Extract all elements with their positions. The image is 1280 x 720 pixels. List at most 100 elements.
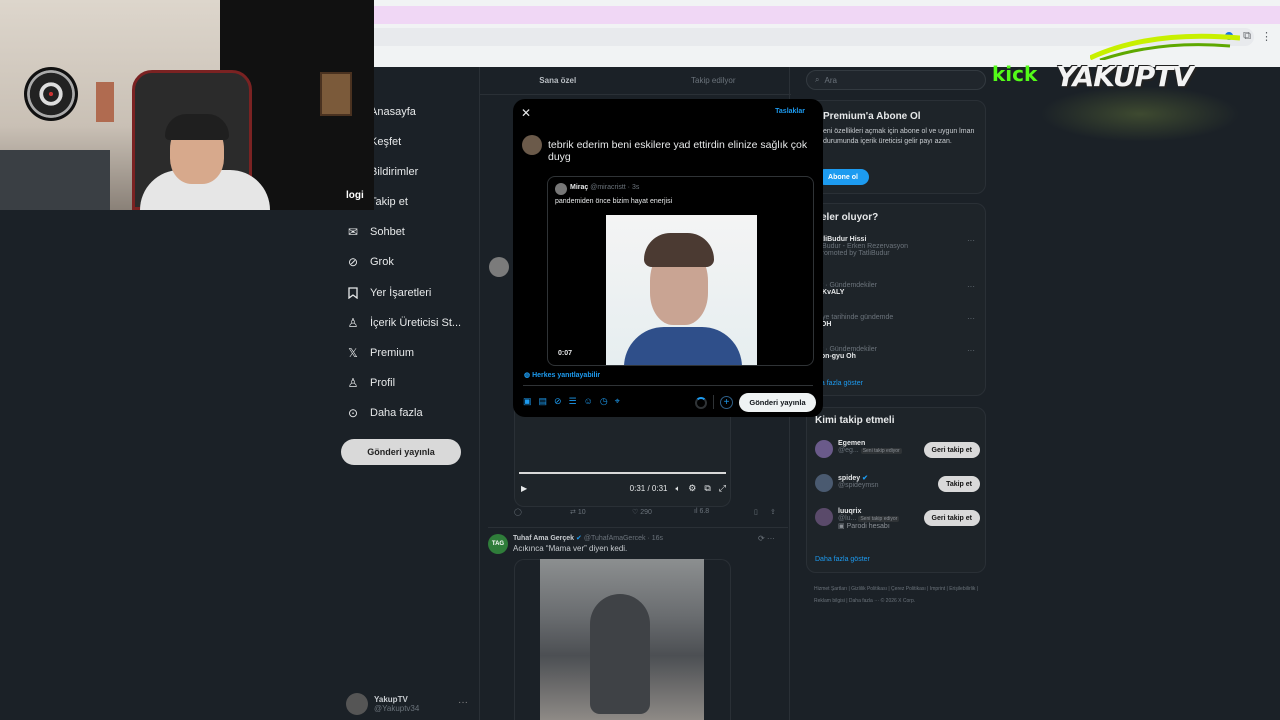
tweet-more-icon[interactable]: ⟳ ··· bbox=[758, 534, 775, 543]
sidebar-item-bookmarks[interactable]: Yer İşaretleri bbox=[346, 284, 431, 302]
user-name: spidey bbox=[838, 475, 861, 482]
views-action[interactable]: ıl 6.8 bbox=[694, 508, 754, 516]
trend-item[interactable]: atliBudur Hissi tliBudur - Erken Rezerva… bbox=[817, 236, 908, 257]
sidebar-item-creator-studio[interactable]: ♙ İçerik Üreticisi St... bbox=[346, 314, 461, 332]
who-to-follow-title: Kimi takip etmeli bbox=[815, 415, 895, 426]
sidebar-item-chat[interactable]: ✉ Sohbet bbox=[346, 223, 405, 241]
retweet-action[interactable]: ⇄ 10 bbox=[570, 508, 632, 516]
extensions-icon[interactable]: ⧉ bbox=[1243, 30, 1251, 43]
media-icon[interactable]: ▣ bbox=[523, 396, 532, 407]
sidebar-item-label: Grok bbox=[370, 256, 394, 268]
settings-icon[interactable]: ⚙ bbox=[688, 483, 696, 494]
account-switcher[interactable]: YakupTV @Yakuptv34 bbox=[346, 693, 419, 715]
share-icon[interactable]: ⇪ bbox=[770, 508, 776, 516]
poll-icon[interactable]: ☰ bbox=[569, 396, 577, 407]
more-dots-icon[interactable]: ··· bbox=[458, 697, 468, 708]
sidebar-item-grok[interactable]: ⊘ Grok bbox=[346, 253, 394, 271]
footer-links[interactable]: Hizmet Şartları | Gizlilik Politikası | … bbox=[814, 583, 984, 607]
user-handle: @lu... bbox=[838, 515, 857, 522]
sidebar-item-premium[interactable]: 𝕏 Premium bbox=[346, 344, 414, 362]
sidebar-item-label: Daha fazla bbox=[370, 407, 423, 419]
grok-icon[interactable]: ⊘ bbox=[554, 396, 562, 407]
trend-context: kiye tarihinde gündemde bbox=[817, 314, 894, 321]
bookmark-icon[interactable]: ▯ bbox=[754, 508, 770, 516]
quoted-tweet[interactable]: Miraç @miracristt · 3s pandemiden önce b… bbox=[547, 176, 814, 366]
follow-suggestion[interactable]: Egemen @eg... Seni takip ediyor Geri tak… bbox=[815, 440, 980, 458]
wall-frame-image bbox=[320, 72, 352, 116]
follow-back-button[interactable]: Geri takip et bbox=[923, 442, 980, 458]
sidebar-item-label: İçerik Üreticisi St... bbox=[370, 317, 462, 329]
more-dots-icon[interactable]: ··· bbox=[967, 346, 975, 355]
video-person-shirt bbox=[624, 327, 742, 365]
trend-item[interactable]: or · Gündemdekiler UKvALY bbox=[817, 282, 877, 296]
add-post-icon[interactable]: + bbox=[720, 396, 733, 409]
compose-modal: ✕ Taslaklar tebrik ederim beni eskilere … bbox=[513, 99, 823, 417]
schedule-icon[interactable]: ◷ bbox=[600, 396, 608, 407]
compose-toolbar: ▣ ▤ ⊘ ☰ ☺ ◷ ⌖ bbox=[523, 396, 620, 407]
reply-icon[interactable]: ◯ bbox=[514, 508, 570, 516]
bookmark-icon bbox=[346, 286, 360, 300]
follow-button[interactable]: Takip et bbox=[938, 476, 980, 492]
play-icon[interactable]: ▶ bbox=[521, 484, 527, 493]
more-dots-icon[interactable]: ··· bbox=[967, 314, 975, 323]
tweet-header: Tuhaf Ama Gerçek ✔ @TuhafAmaGercek · 16s bbox=[513, 534, 663, 542]
sidebar-item-label: Keşfet bbox=[370, 136, 402, 148]
video-player[interactable]: ▶ 0:31 / 0:31 🔈︎ ⚙ ⧉ ⤢ bbox=[514, 407, 731, 507]
quoted-handle: @miracristt · 3s bbox=[590, 184, 640, 191]
more-dots-icon[interactable]: ··· bbox=[967, 236, 975, 245]
reply-setting-button[interactable]: ◍ Herkes yanıtlayabilir bbox=[524, 371, 600, 379]
emoji-icon[interactable]: ☺ bbox=[584, 396, 593, 407]
search-input[interactable]: ⌕ Ara bbox=[806, 70, 986, 90]
dartboard-image bbox=[24, 67, 78, 121]
close-icon[interactable]: ✕ bbox=[521, 106, 531, 120]
premium-title: Premium'a Abone Ol bbox=[823, 111, 921, 122]
volume-icon[interactable]: 🔈︎ bbox=[675, 484, 680, 494]
tab-following[interactable]: Takip edilyor bbox=[636, 67, 792, 94]
drafts-link[interactable]: Taslaklar bbox=[775, 108, 805, 115]
subscribe-button[interactable]: Abone ol bbox=[817, 169, 869, 185]
sidebar-item-more[interactable]: ⊙ Daha fazla bbox=[346, 404, 423, 422]
tab-for-you[interactable]: Sana özel bbox=[480, 67, 636, 94]
quoted-video[interactable] bbox=[606, 215, 757, 365]
video-person-hair bbox=[644, 233, 714, 267]
like-action[interactable]: ♡ 290 bbox=[632, 508, 694, 516]
user-name: luuqrix bbox=[838, 508, 862, 515]
like-count: 290 bbox=[640, 509, 652, 516]
post-button[interactable]: Gönderi yayınla bbox=[341, 439, 461, 465]
trend-item[interactable]: kiye tarihinde gündemde i OH bbox=[817, 314, 893, 328]
follow-suggestion[interactable]: spidey ✔ @spideymsn Takip et bbox=[815, 474, 980, 492]
follow-suggestion[interactable]: luuqrix @lu... Seni takip ediyor ▣ Parod… bbox=[815, 508, 980, 530]
compose-textarea[interactable]: tebrik ederim beni eskilere yad ettirdin… bbox=[548, 139, 816, 163]
avatar[interactable] bbox=[489, 257, 509, 277]
trends-show-more-link[interactable]: ha fazla göster bbox=[817, 380, 863, 387]
yakuptv-logo: YAKUPTV bbox=[1050, 56, 1235, 102]
tweet-media-image[interactable] bbox=[540, 559, 704, 720]
sidebar-item-label: Yer İşaretleri bbox=[370, 287, 432, 299]
verified-icon: ✔ bbox=[576, 535, 584, 542]
trend-title: UKvALY bbox=[817, 289, 845, 296]
pip-icon[interactable]: ⧉ bbox=[704, 483, 710, 494]
post-submit-button[interactable]: Gönderi yayınla bbox=[739, 393, 816, 412]
trend-item[interactable]: or · Gündemdekiler eon-gyu Oh bbox=[817, 346, 877, 360]
tweet-author[interactable]: Tuhaf Ama Gerçek bbox=[513, 535, 574, 542]
trend-context: or · Gündemdekiler bbox=[817, 346, 877, 353]
sidebar-item-profile[interactable]: ♙ Profil bbox=[346, 374, 395, 392]
follow-show-more-link[interactable]: Daha fazla göster bbox=[815, 556, 870, 563]
browser-tab-bar[interactable] bbox=[374, 6, 1280, 24]
avatar[interactable]: TAG bbox=[488, 534, 508, 554]
quoted-text: pandemiden önce bizim hayat enerjisi bbox=[555, 198, 673, 205]
fullscreen-icon[interactable]: ⤢ bbox=[719, 483, 726, 494]
more-dots-icon[interactable]: ··· bbox=[967, 282, 975, 291]
monitor-image bbox=[0, 150, 110, 210]
location-icon[interactable]: ⌖ bbox=[615, 396, 620, 407]
video-progress-bar[interactable] bbox=[519, 472, 726, 474]
avatar bbox=[522, 135, 542, 155]
parody-icon: ▣ bbox=[838, 523, 847, 530]
browser-menu-icon[interactable]: ⋮ bbox=[1261, 30, 1272, 43]
account-handle: @Yakuptv34 bbox=[374, 704, 420, 713]
follow-back-button[interactable]: Geri takip et bbox=[923, 510, 980, 526]
char-count-ring-icon bbox=[695, 397, 707, 409]
gif-icon[interactable]: ▤ bbox=[539, 396, 548, 407]
tweet[interactable]: TAG Tuhaf Ama Gerçek ✔ @TuhafAmaGercek ·… bbox=[488, 527, 788, 554]
verified-icon: ✔ bbox=[862, 475, 869, 482]
